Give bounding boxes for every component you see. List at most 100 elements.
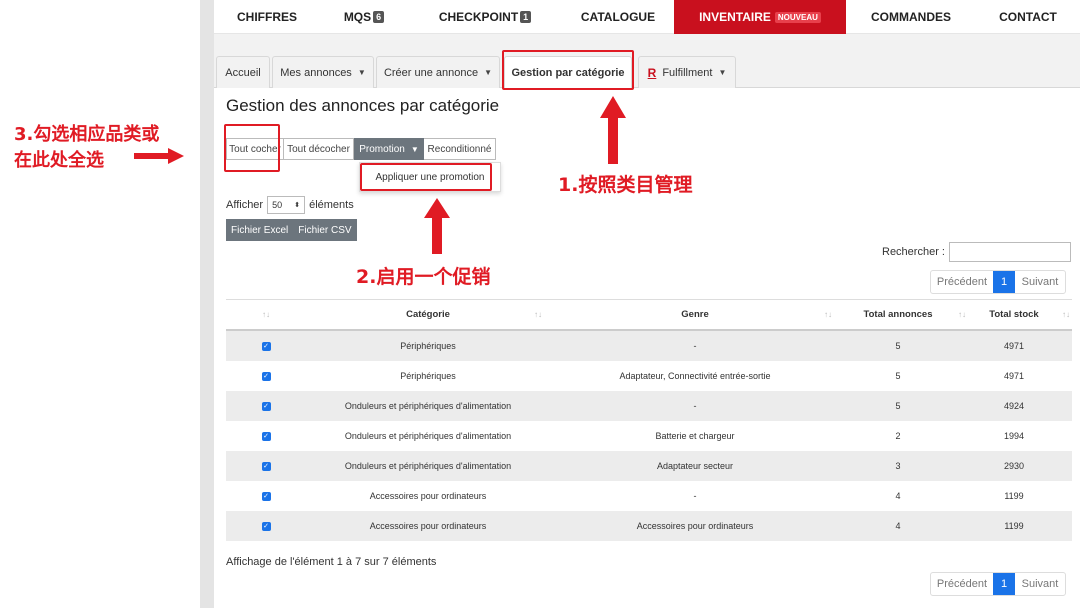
sub-tabs: Accueil Mes annonces ▼ Créer une annonce…	[214, 54, 1080, 89]
table-header: ↑↓ Catégorie ↑↓ Genre ↑↓ Total annonces …	[226, 299, 1072, 331]
col-header-total-listings[interactable]: Total annonces ↑↓	[840, 300, 967, 329]
cell-total-stock: 1199	[1004, 491, 1024, 501]
next-page-button[interactable]: Suivant	[1015, 573, 1065, 595]
export-excel-button[interactable]: Fichier Excel	[226, 219, 293, 241]
new-badge: NOUVEAU	[774, 11, 821, 23]
sort-icon: ↑↓	[824, 310, 832, 319]
cell-total-stock: 4971	[1003, 371, 1025, 381]
search-control: Rechercher :	[882, 242, 1071, 262]
show-suffix: éléments	[309, 199, 354, 211]
table-row: ✓ Accessoires pour ordinateurs Accessoir…	[226, 511, 1072, 541]
nav-mqs[interactable]: MQS 6	[320, 0, 408, 34]
export-button-group: Fichier Excel Fichier CSV	[226, 219, 357, 241]
tab-label: Créer une annonce	[383, 66, 479, 79]
cell-category: Périphériques	[400, 371, 456, 381]
row-checkbox[interactable]: ✓	[261, 491, 271, 501]
row-checkbox[interactable]: ✓	[261, 461, 271, 471]
arrow-up-icon	[424, 198, 450, 254]
annotation-box-check-all	[224, 124, 280, 172]
header-label: Genre	[681, 309, 709, 320]
table-row: ✓ Accessoires pour ordinateurs - 4 1199	[226, 481, 1072, 511]
refurbished-button[interactable]: Reconditionné	[424, 138, 496, 160]
col-header-select[interactable]: ↑↓	[226, 300, 306, 329]
table-row: ✓ Onduleurs et périphériques d'alimentat…	[226, 421, 1072, 451]
prev-page-button[interactable]: Précédent	[931, 271, 993, 293]
search-input[interactable]	[948, 242, 1071, 262]
cell-genre: -	[693, 491, 697, 501]
nav-contact[interactable]: CONTACT	[976, 0, 1080, 34]
tab-creer-annonce[interactable]: Créer une annonce ▼	[376, 56, 500, 88]
nav-label: CONTACT	[999, 10, 1057, 24]
tab-fulfillment[interactable]: R Fulfillment ▼	[638, 56, 736, 88]
cell-total-stock: 1994	[1003, 431, 1025, 441]
nav-label: MQS	[343, 10, 372, 24]
cell-total-listings: 3	[895, 461, 901, 471]
page-1-button[interactable]: 1	[993, 271, 1015, 293]
nav-chiffres[interactable]: CHIFFRES	[214, 0, 320, 34]
cell-genre: -	[693, 401, 697, 411]
page-1-button[interactable]: 1	[993, 573, 1015, 595]
arrow-right-icon	[134, 148, 184, 164]
cell-category: Onduleurs et périphériques d'alimentatio…	[344, 431, 512, 441]
nav-label: CHIFFRES	[237, 10, 297, 24]
tab-mes-annonces[interactable]: Mes annonces ▼	[272, 56, 374, 88]
select-arrows-icon: ⬍	[294, 202, 301, 209]
cell-category: Accessoires pour ordinateurs	[369, 491, 487, 501]
annotation-box-apply-promotion	[360, 163, 492, 191]
nav-commandes[interactable]: COMMANDES	[846, 0, 976, 34]
page-title: Gestion des annonces par catégorie	[226, 96, 500, 115]
row-checkbox[interactable]: ✓	[261, 371, 271, 381]
count-badge: 6	[373, 11, 385, 23]
show-prefix: Afficher	[226, 199, 264, 211]
header-label: Catégorie	[406, 309, 450, 320]
sort-icon: ↑↓	[1062, 310, 1070, 319]
prev-page-button[interactable]: Précédent	[931, 573, 993, 595]
col-header-genre[interactable]: Genre ↑↓	[550, 300, 840, 329]
cell-genre: -	[693, 341, 697, 351]
nav-inventaire[interactable]: INVENTAIRE NOUVEAU	[674, 0, 846, 34]
cell-total-stock: 4971	[1003, 341, 1025, 351]
nav-label: COMMANDES	[871, 10, 951, 24]
row-checkbox[interactable]: ✓	[261, 341, 271, 351]
cell-total-stock: 2930	[1003, 461, 1025, 471]
cell-total-listings: 5	[895, 401, 901, 411]
promotion-dropdown-button[interactable]: Promotion ▼	[354, 138, 424, 160]
page-length-value: 50	[272, 200, 283, 210]
export-csv-button[interactable]: Fichier CSV	[293, 219, 356, 241]
tab-label: Mes annonces	[280, 66, 352, 79]
next-page-button[interactable]: Suivant	[1015, 271, 1065, 293]
caret-down-icon: ▼	[484, 68, 493, 77]
tab-label: Accueil	[225, 66, 261, 79]
nav-checkpoint[interactable]: CHECKPOINT 1	[408, 0, 562, 34]
row-checkbox[interactable]: ✓	[261, 521, 271, 531]
cell-category: Accessoires pour ordinateurs	[369, 521, 487, 531]
fulfillment-logo-icon: R	[647, 65, 657, 80]
cell-genre: Accessoires pour ordinateurs	[636, 521, 754, 531]
cell-total-listings: 2	[895, 431, 901, 441]
cell-genre: Batterie et chargeur	[655, 431, 735, 441]
sort-icon: ↑↓	[262, 310, 270, 319]
cell-category: Onduleurs et périphériques d'alimentatio…	[344, 461, 512, 471]
caret-down-icon: ▼	[410, 144, 419, 154]
annotation-step2: 2.启用一个促销	[356, 266, 491, 288]
col-header-total-stock[interactable]: Total stock ↑↓	[956, 300, 1072, 329]
category-table: ↑↓ Catégorie ↑↓ Genre ↑↓ Total annonces …	[226, 299, 1072, 541]
cell-total-listings: 4	[895, 491, 901, 501]
top-navigation: CHIFFRES MQS 6 CHECKPOINT 1 CATALOGUE IN…	[214, 0, 1080, 34]
cell-genre: Adaptateur secteur	[656, 461, 734, 471]
uncheck-all-button[interactable]: Tout décocher	[284, 138, 354, 160]
page-length-select[interactable]: 50 ⬍	[267, 196, 306, 214]
nav-spacer	[214, 34, 1080, 54]
cell-category: Périphériques	[400, 341, 456, 351]
app-edge	[200, 0, 214, 608]
header-label: Total annonces	[863, 309, 933, 320]
cell-total-listings: 4	[895, 521, 901, 531]
cell-genre: Adaptateur, Connectivité entrée-sortie	[619, 371, 771, 381]
row-checkbox[interactable]: ✓	[261, 401, 271, 411]
row-checkbox[interactable]: ✓	[261, 431, 271, 441]
tab-accueil[interactable]: Accueil	[216, 56, 270, 88]
caret-down-icon: ▼	[357, 68, 366, 77]
col-header-category[interactable]: Catégorie ↑↓	[306, 300, 550, 329]
nav-catalogue[interactable]: CATALOGUE	[562, 0, 674, 34]
nav-label: INVENTAIRE	[699, 10, 771, 24]
